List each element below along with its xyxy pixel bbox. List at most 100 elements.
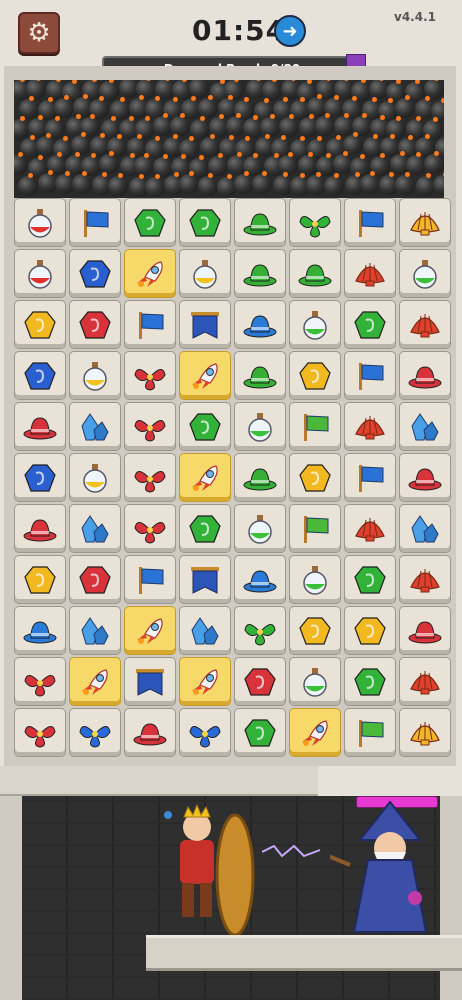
bomb-icon [278, 151, 299, 175]
tile-shell-red[interactable] [344, 249, 396, 298]
tile-crystal-blue[interactable] [69, 606, 121, 655]
tile-gem-green[interactable] [234, 708, 286, 757]
tile-gem-yellow[interactable] [289, 351, 341, 400]
tile-shell-gold[interactable] [399, 708, 451, 757]
tile-flag-blue[interactable] [124, 300, 176, 349]
bomb-icon [197, 172, 218, 196]
tile-hat-red[interactable] [14, 402, 66, 451]
tile-gem-blue[interactable] [14, 351, 66, 400]
tile-hat-red[interactable] [399, 453, 451, 502]
tile-gem-yellow[interactable] [14, 300, 66, 349]
tile-gem-green[interactable] [179, 198, 231, 247]
tile-potion-green[interactable] [289, 300, 341, 349]
tile-flag-blue[interactable] [344, 198, 396, 247]
tile-crystal-blue[interactable] [69, 402, 121, 451]
tile-hat-green[interactable] [289, 249, 341, 298]
timer-boost-button[interactable]: ➜ [274, 15, 306, 47]
tile-leaf-red[interactable] [124, 504, 176, 553]
tile-potion-yellow[interactable] [69, 351, 121, 400]
bomb-icon [260, 114, 281, 138]
tile-leaf-red[interactable] [124, 453, 176, 502]
tile-shell-gold[interactable] [399, 198, 451, 247]
tile-gem-yellow[interactable] [289, 453, 341, 502]
tile-gem-yellow[interactable] [14, 555, 66, 604]
tile-flag-green[interactable] [289, 504, 341, 553]
tile-gem-green[interactable] [124, 198, 176, 247]
tile-gem-yellow[interactable] [344, 606, 396, 655]
tile-leaf-green[interactable] [289, 198, 341, 247]
tile-potion-green[interactable] [234, 402, 286, 451]
tile-hat-green[interactable] [234, 453, 286, 502]
tile-gem-red[interactable] [69, 555, 121, 604]
tile-flag-blue[interactable] [69, 198, 121, 247]
tile-shell-red[interactable] [399, 555, 451, 604]
tile-shell-red[interactable] [399, 300, 451, 349]
hat-red-icon [408, 616, 442, 646]
tile-leaf-blue[interactable] [179, 708, 231, 757]
tile-hat-green[interactable] [234, 249, 286, 298]
tile-flag-blue[interactable] [124, 555, 176, 604]
tile-hat-red[interactable] [399, 606, 451, 655]
tile-hat-blue[interactable] [14, 606, 66, 655]
tile-gem-blue[interactable] [14, 453, 66, 502]
tile-gem-green[interactable] [344, 657, 396, 706]
tile-crystal-blue[interactable] [69, 504, 121, 553]
tile-gem-green[interactable] [179, 402, 231, 451]
tile-hat-blue[interactable] [234, 555, 286, 604]
bomb-icon [107, 172, 128, 196]
tile-hat-blue[interactable] [234, 300, 286, 349]
tile-rocket[interactable] [124, 606, 176, 655]
tile-rocket[interactable] [179, 657, 231, 706]
tile-banner-blue[interactable] [179, 300, 231, 349]
tile-leaf-blue[interactable] [69, 708, 121, 757]
tile-flag-green[interactable] [289, 402, 341, 451]
tile-potion-green[interactable] [234, 504, 286, 553]
tile-potion-red[interactable] [14, 198, 66, 247]
bomb-icon [134, 152, 155, 176]
tile-gem-red[interactable] [69, 300, 121, 349]
tile-potion-red[interactable] [14, 249, 66, 298]
tile-gem-green[interactable] [179, 504, 231, 553]
tile-hat-green[interactable] [234, 351, 286, 400]
tile-gem-red[interactable] [234, 657, 286, 706]
tile-rocket[interactable] [179, 351, 231, 400]
leaf-red-icon [23, 667, 57, 697]
tile-gem-green[interactable] [344, 300, 396, 349]
tile-hat-green[interactable] [234, 198, 286, 247]
potion-green-icon [243, 412, 277, 442]
tile-rocket[interactable] [69, 657, 121, 706]
tile-potion-yellow[interactable] [179, 249, 231, 298]
tile-shell-red[interactable] [344, 504, 396, 553]
tile-crystal-blue[interactable] [179, 606, 231, 655]
tile-shell-red[interactable] [344, 402, 396, 451]
tile-rocket[interactable] [179, 453, 231, 502]
tile-crystal-blue[interactable] [399, 402, 451, 451]
tile-potion-green[interactable] [399, 249, 451, 298]
tile-leaf-red[interactable] [124, 351, 176, 400]
tile-gem-green[interactable] [344, 555, 396, 604]
tile-banner-blue[interactable] [179, 555, 231, 604]
tile-gem-yellow[interactable] [289, 606, 341, 655]
tile-leaf-red[interactable] [124, 402, 176, 451]
tile-shell-red[interactable] [399, 657, 451, 706]
tile-hat-red[interactable] [14, 504, 66, 553]
tile-rocket[interactable] [289, 708, 341, 757]
tile-banner-blue[interactable] [124, 657, 176, 706]
tile-crystal-blue[interactable] [399, 504, 451, 553]
tile-hat-red[interactable] [399, 351, 451, 400]
settings-button[interactable]: ⚙ [18, 12, 60, 54]
tile-leaf-red[interactable] [14, 657, 66, 706]
tile-gem-blue[interactable] [69, 249, 121, 298]
tile-flag-green[interactable] [344, 708, 396, 757]
hat-red-icon [23, 514, 57, 544]
tile-potion-green[interactable] [289, 555, 341, 604]
tile-rocket[interactable] [124, 249, 176, 298]
tile-leaf-green[interactable] [234, 606, 286, 655]
flag-green-icon [298, 514, 332, 544]
tile-leaf-red[interactable] [14, 708, 66, 757]
tile-hat-red[interactable] [124, 708, 176, 757]
tile-flag-blue[interactable] [344, 453, 396, 502]
tile-flag-blue[interactable] [344, 351, 396, 400]
tile-potion-green[interactable] [289, 657, 341, 706]
tile-potion-yellow[interactable] [69, 453, 121, 502]
